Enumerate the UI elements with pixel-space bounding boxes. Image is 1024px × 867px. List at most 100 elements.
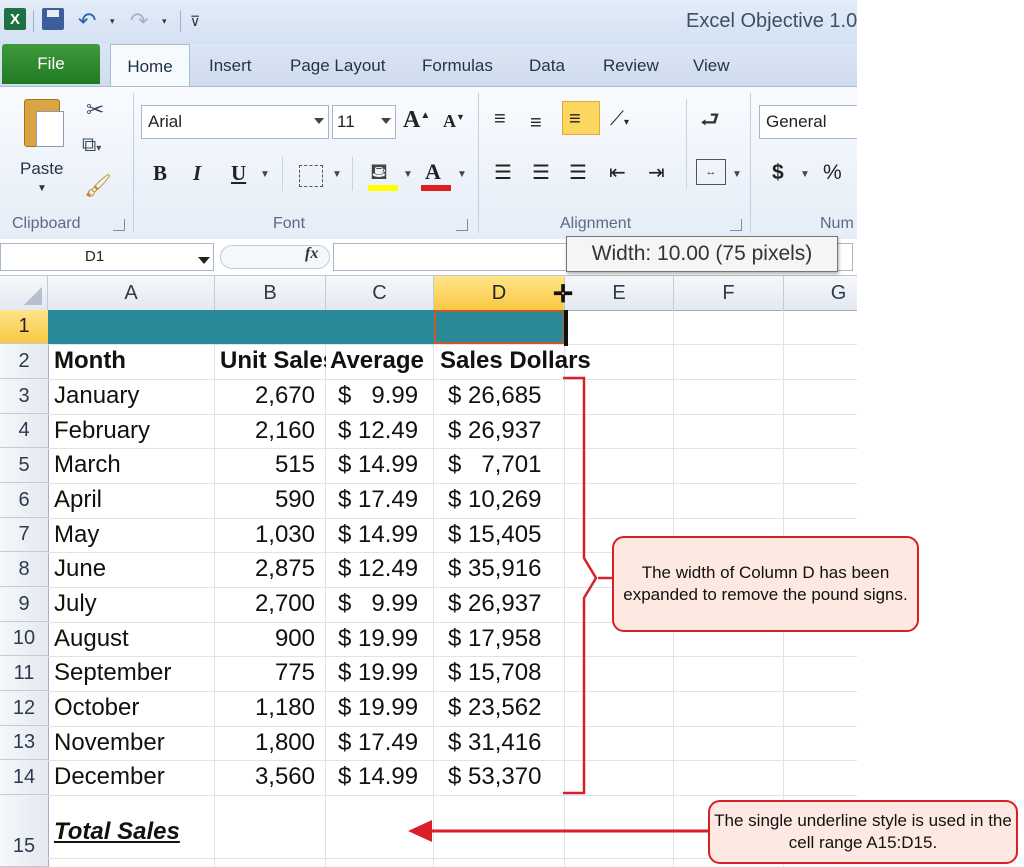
cell-sales-dollars[interactable]: $ 26,937 [448,587,564,621]
column-header-g[interactable]: G [784,276,857,310]
column-header-e[interactable]: E [565,276,674,310]
borders-dropdown-icon[interactable]: ▼ [332,169,342,180]
cell-month[interactable]: February [54,414,214,448]
merge-center-icon[interactable]: ↔ [696,159,726,185]
row-header[interactable]: 11 [0,656,48,691]
cell-sales-dollars[interactable]: $ 17,958 [448,622,564,656]
row-header[interactable]: 13 [0,726,48,760]
font-color-icon[interactable]: A [425,159,441,185]
row-header[interactable]: 7 [0,518,48,552]
column-header-f[interactable]: F [674,276,784,310]
tab-home[interactable]: Home [110,44,190,88]
cell-sales-dollars[interactable]: $ 35,916 [448,552,564,586]
cell-average[interactable]: $ 19.99 [338,656,444,690]
cell-month[interactable]: October [54,691,214,725]
bold-button[interactable]: B [153,161,167,186]
cell-month[interactable]: August [54,622,214,656]
fill-handle[interactable] [564,310,568,346]
row-header[interactable]: 1 [0,310,48,344]
row-header[interactable]: 12 [0,691,48,726]
align-left-icon[interactable]: ☰ [494,163,512,183]
cell-total-sales[interactable]: Total Sales [54,815,254,849]
italic-button[interactable]: I [193,161,201,186]
column-header-d[interactable]: D [434,276,565,310]
row-header[interactable]: 2 [0,344,48,379]
cell-sales-dollars[interactable]: $ 53,370 [448,760,564,794]
cell-month[interactable]: September [54,656,214,690]
bottom-align-button[interactable] [562,101,600,135]
shrink-font-icon[interactable]: A▼ [443,111,465,132]
cell-month[interactable]: January [54,379,214,413]
increase-indent-icon[interactable]: ⇥ [648,163,665,183]
cell-unit-sales[interactable]: 590 [215,483,315,517]
insert-function-icon[interactable]: fx [305,245,318,263]
row-header[interactable]: 14 [0,760,48,795]
row-header[interactable]: 15 [0,795,48,867]
column-header-b[interactable]: B [215,276,326,310]
borders-icon[interactable] [299,165,323,187]
row-header[interactable]: 10 [0,622,48,656]
cell-average[interactable]: $ 14.99 [338,448,444,482]
select-all-button[interactable] [0,276,48,310]
cell-average[interactable]: $ 12.49 [338,414,444,448]
cell-month[interactable]: July [54,587,214,621]
cell-month[interactable]: November [54,726,214,760]
font-name-select[interactable]: Arial [141,105,329,139]
tab-data[interactable]: Data [529,56,565,76]
cell-average[interactable]: $ 19.99 [338,691,444,725]
cell-sales-dollars[interactable]: $ 26,937 [448,414,564,448]
percent-style-button[interactable]: % [823,161,842,185]
cell-sales-dollars[interactable]: $ 15,708 [448,656,564,690]
cell-unit-sales[interactable]: 1,180 [215,691,315,725]
cell-month[interactable]: March [54,448,214,482]
align-center-icon[interactable]: ☰ [532,163,550,183]
tab-review[interactable]: Review [603,56,659,76]
tab-page-layout[interactable]: Page Layout [290,56,385,76]
cell-average[interactable]: $ 17.49 [338,483,444,517]
clipboard-launcher-icon[interactable] [113,219,125,231]
middle-align-icon[interactable]: ≡ [530,113,542,133]
underline-dropdown-icon[interactable]: ▼ [260,169,270,180]
cell-unit-sales[interactable]: 2,875 [215,552,315,586]
cell-average[interactable]: $ 19.99 [338,622,444,656]
cell-month[interactable]: May [54,518,214,552]
cell-average[interactable]: $ 9.99 [338,587,444,621]
header-average[interactable]: Average [330,344,436,378]
font-size-select[interactable]: 11 [332,105,396,139]
cell-average[interactable]: $ 14.99 [338,518,444,552]
cell-unit-sales[interactable]: 1,030 [215,518,315,552]
alignment-launcher-icon[interactable] [730,219,742,231]
undo-dropdown-icon[interactable]: ▾ [110,9,115,33]
row-header[interactable]: 9 [0,587,48,622]
cell-sales-dollars[interactable]: $ 23,562 [448,691,564,725]
merge-dropdown-icon[interactable]: ▼ [732,169,742,180]
column-header-c[interactable]: C [326,276,434,310]
copy-icon[interactable]: ⧉▾ [82,134,101,157]
undo-icon[interactable]: ↶ [78,8,96,33]
name-box[interactable]: D1 [0,243,214,271]
cell-average[interactable]: $ 12.49 [338,552,444,586]
row-header[interactable]: 5 [0,448,48,483]
cell-average[interactable]: $ 17.49 [338,726,444,760]
font-color-dropdown-icon[interactable]: ▼ [457,169,467,180]
row-header[interactable]: 4 [0,414,48,448]
cell-month[interactable]: June [54,552,214,586]
cell-sales-dollars[interactable]: $ 15,405 [448,518,564,552]
format-painter-icon[interactable]: 🖌 [84,173,112,199]
cut-icon[interactable]: ✂ [86,97,104,123]
header-unit-sales[interactable]: Unit Sales [220,344,326,378]
decrease-indent-icon[interactable]: ⇤ [609,163,626,183]
customize-toolbar-icon[interactable]: ⊽ [190,9,200,33]
paste-icon[interactable] [20,95,66,151]
row-header[interactable]: 8 [0,552,48,587]
cell-unit-sales[interactable]: 515 [215,448,315,482]
cell-average[interactable]: $ 9.99 [338,379,444,413]
cell-sales-dollars[interactable]: $ 26,685 [448,379,564,413]
save-icon[interactable] [42,8,64,30]
cell-unit-sales[interactable]: 900 [215,622,315,656]
grow-font-icon[interactable]: A▲ [403,107,430,134]
orientation-icon[interactable]: ⟋▾ [610,109,629,129]
cell-average[interactable]: $ 14.99 [338,760,444,794]
excel-logo-icon[interactable]: X [4,8,26,30]
align-right-icon[interactable]: ☰ [569,163,587,183]
